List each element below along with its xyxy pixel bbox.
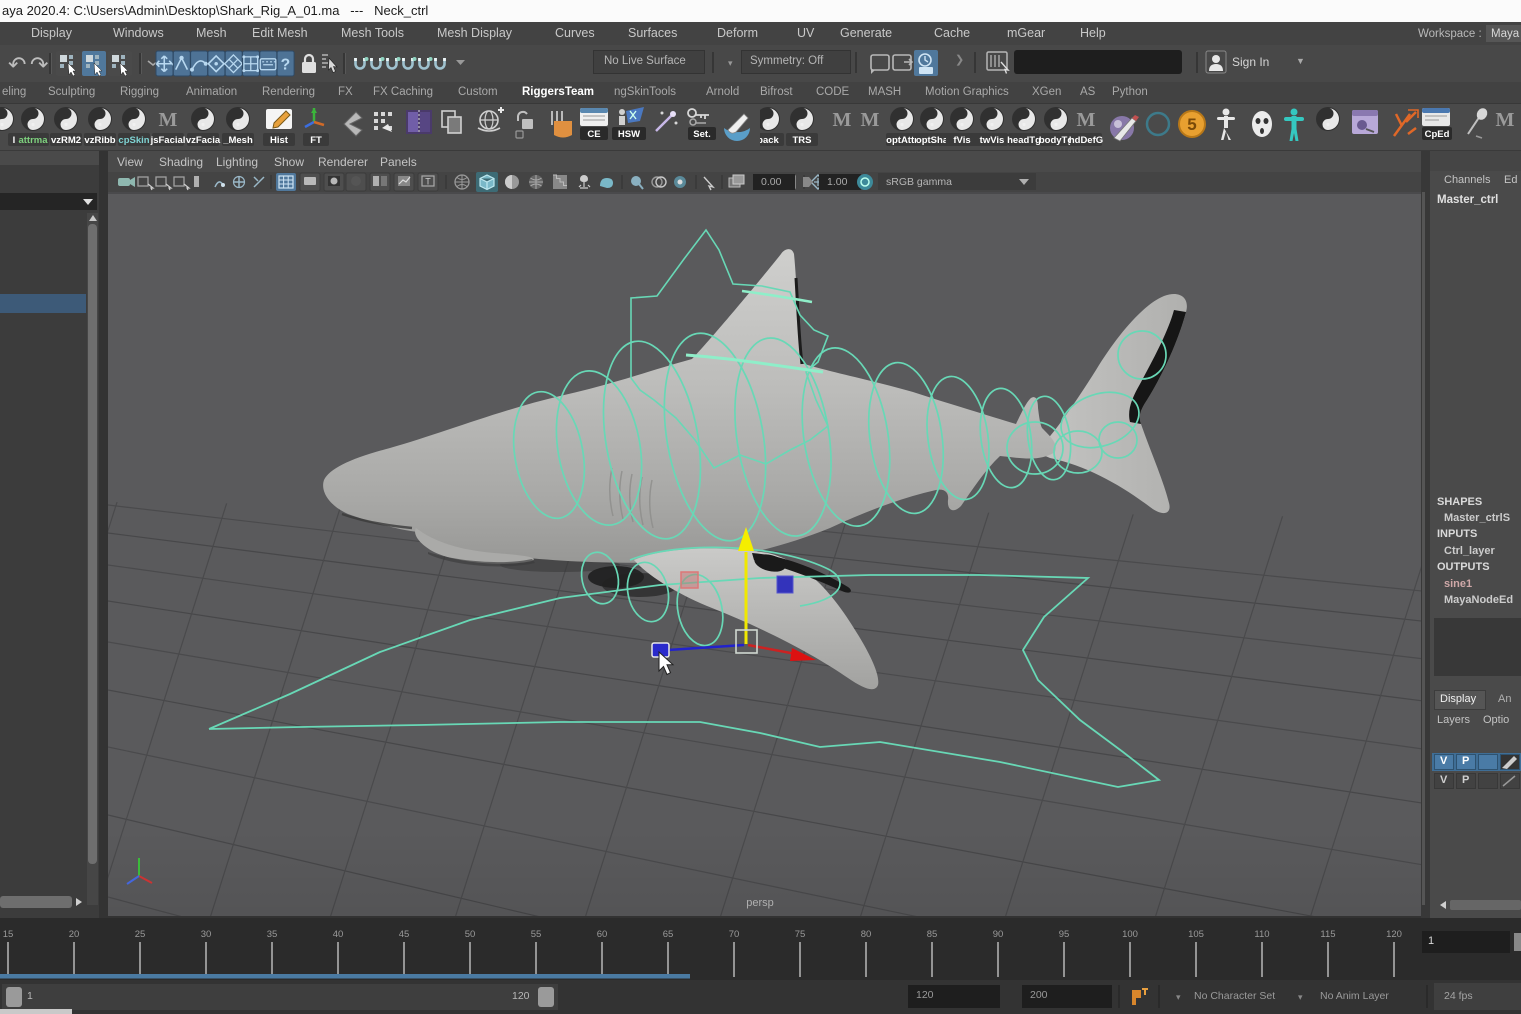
svg-text:hdDefG: hdDefG [1069,135,1103,146]
svg-text:persp: persp [746,897,774,909]
svg-text:fVis: fVis [953,135,970,146]
svg-text:85: 85 [927,929,938,940]
svg-text:55: 55 [531,929,542,940]
svg-text:optAttr: optAttr [886,135,918,146]
svg-text:35: 35 [267,929,278,940]
svg-text:115: 115 [1320,929,1335,940]
svg-text:twVis: twVis [980,135,1005,146]
svg-text:75: 75 [795,929,806,940]
svg-text:Hist: Hist [270,135,289,146]
svg-text:vzRibb: vzRibb [84,135,115,146]
svg-text:15: 15 [3,929,14,940]
svg-text:jsFacial: jsFacial [150,135,186,146]
svg-text:60: 60 [597,929,608,940]
svg-text:M: M [861,109,880,131]
svg-text:M: M [1496,109,1515,131]
svg-text:M: M [833,109,852,131]
svg-text:l: l [13,135,16,146]
svg-text:↷: ↷ [30,52,48,77]
svg-text:70: 70 [729,929,740,940]
svg-text:HSW: HSW [618,129,640,140]
svg-text:110: 110 [1254,929,1269,940]
svg-text:?: ? [281,57,291,74]
svg-text:M: M [159,109,178,131]
svg-text:20: 20 [69,929,80,940]
svg-text:CE: CE [587,129,600,140]
svg-text:100: 100 [1122,929,1138,940]
svg-text:vzFacia: vzFacia [186,135,221,146]
svg-text:T: T [425,177,431,187]
svg-text:90: 90 [993,929,1004,940]
svg-text:80: 80 [861,929,872,940]
svg-text:65: 65 [663,929,674,940]
svg-text:50: 50 [465,929,476,940]
svg-text:40: 40 [333,929,344,940]
svg-text:5: 5 [1187,115,1196,134]
svg-text:TRS: TRS [793,135,812,146]
svg-text:105: 105 [1188,929,1204,940]
svg-text:_Mesh: _Mesh [222,135,253,146]
svg-text:30: 30 [201,929,212,940]
svg-text:vzRM2: vzRM2 [51,135,81,146]
svg-text:optSha: optSha [916,135,949,146]
svg-text:headTg: headTg [1007,135,1041,146]
svg-text:back: back [760,135,780,146]
svg-text:95: 95 [1059,929,1070,940]
svg-text:M: M [1077,109,1096,131]
svg-text:cpSkin: cpSkin [118,135,149,146]
svg-text:CpEd: CpEd [1425,129,1450,140]
svg-text:45: 45 [399,929,410,940]
svg-text:120: 120 [1386,929,1402,940]
svg-text:attrma: attrma [18,135,48,146]
svg-text:Set.: Set. [693,129,710,140]
svg-text:↶: ↶ [8,52,26,77]
svg-text:25: 25 [135,929,146,940]
svg-text:FT: FT [310,135,322,146]
